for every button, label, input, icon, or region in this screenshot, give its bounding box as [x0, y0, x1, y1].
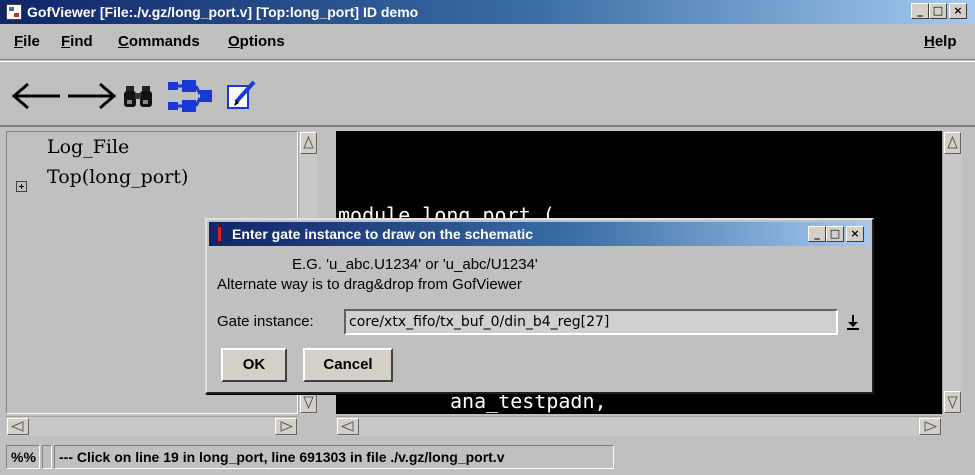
dropdown-arrow-icon[interactable]: [843, 312, 863, 332]
scroll-right-button[interactable]: [919, 418, 941, 435]
dialog-title: Enter gate instance to draw on the schem…: [232, 226, 534, 242]
window-title: GofViewer [File:./v.gz/long_port.v] [Top…: [27, 4, 419, 20]
dialog-example-text: E.G. 'u_abc.U1234' or 'u_abc/U1234': [292, 256, 538, 273]
title-bar: GofViewer [File:./v.gz/long_port.v] [Top…: [0, 0, 975, 24]
arrow-left-icon[interactable]: [10, 76, 62, 116]
gate-instance-dialog: Enter gate instance to draw on the schem…: [205, 218, 874, 394]
toolbar: [0, 61, 975, 127]
close-button[interactable]: ×: [949, 3, 967, 19]
edit-icon[interactable]: [224, 76, 260, 116]
scroll-up-button[interactable]: [300, 132, 317, 154]
scroll-up-button[interactable]: [944, 132, 961, 154]
code-horizontal-scrollbar[interactable]: [336, 416, 942, 436]
dialog-title-bar: Enter gate instance to draw on the schem…: [209, 222, 870, 246]
dialog-close-button[interactable]: ×: [846, 226, 864, 242]
status-bar: %% --- Click on line 19 in long_port, li…: [0, 440, 975, 475]
tree-item-top[interactable]: Top(long_port): [47, 166, 188, 188]
status-percent: %%: [6, 445, 40, 469]
app-icon: [6, 4, 22, 20]
status-divider: [42, 445, 52, 469]
scroll-left-button[interactable]: [337, 418, 359, 435]
scroll-right-button[interactable]: [275, 418, 297, 435]
tree-item-log-file[interactable]: Log_File: [47, 136, 129, 158]
cancel-button[interactable]: Cancel: [303, 348, 393, 382]
tree-horizontal-scrollbar[interactable]: [6, 416, 298, 436]
schematic-icon[interactable]: [166, 76, 214, 116]
binoculars-icon[interactable]: [122, 76, 158, 116]
gate-instance-label: Gate instance:: [217, 313, 314, 330]
status-message: --- Click on line 19 in long_port, line …: [54, 445, 614, 469]
maximize-button[interactable]: □: [929, 3, 947, 19]
menu-find[interactable]: Find: [61, 33, 93, 50]
scroll-left-button[interactable]: [7, 418, 29, 435]
ok-button[interactable]: OK: [221, 348, 287, 382]
menu-commands[interactable]: Commands: [118, 33, 200, 50]
menu-options[interactable]: Options: [228, 33, 285, 50]
menu-file[interactable]: File: [14, 33, 40, 50]
code-vertical-scrollbar[interactable]: [942, 131, 962, 414]
menu-bar: File Find Commands Options Help: [0, 24, 975, 60]
scroll-down-button[interactable]: [944, 391, 961, 413]
dialog-icon: [217, 226, 222, 242]
dialog-maximize-button[interactable]: □: [826, 226, 844, 242]
dialog-window-controls: _ □ ×: [808, 226, 864, 242]
gate-instance-input[interactable]: core/xtx_fifo/tx_buf_0/din_b4_reg[27]: [344, 309, 838, 335]
window-controls: _ □ ×: [911, 3, 967, 19]
menu-help[interactable]: Help: [924, 33, 957, 50]
minimize-button[interactable]: _: [911, 3, 929, 19]
dialog-alternate-text: Alternate way is to drag&drop from GofVi…: [217, 276, 522, 293]
dialog-minimize-button[interactable]: _: [808, 226, 826, 242]
arrow-right-icon[interactable]: [66, 76, 118, 116]
expand-icon[interactable]: [16, 181, 27, 192]
scroll-down-button[interactable]: [300, 391, 317, 413]
